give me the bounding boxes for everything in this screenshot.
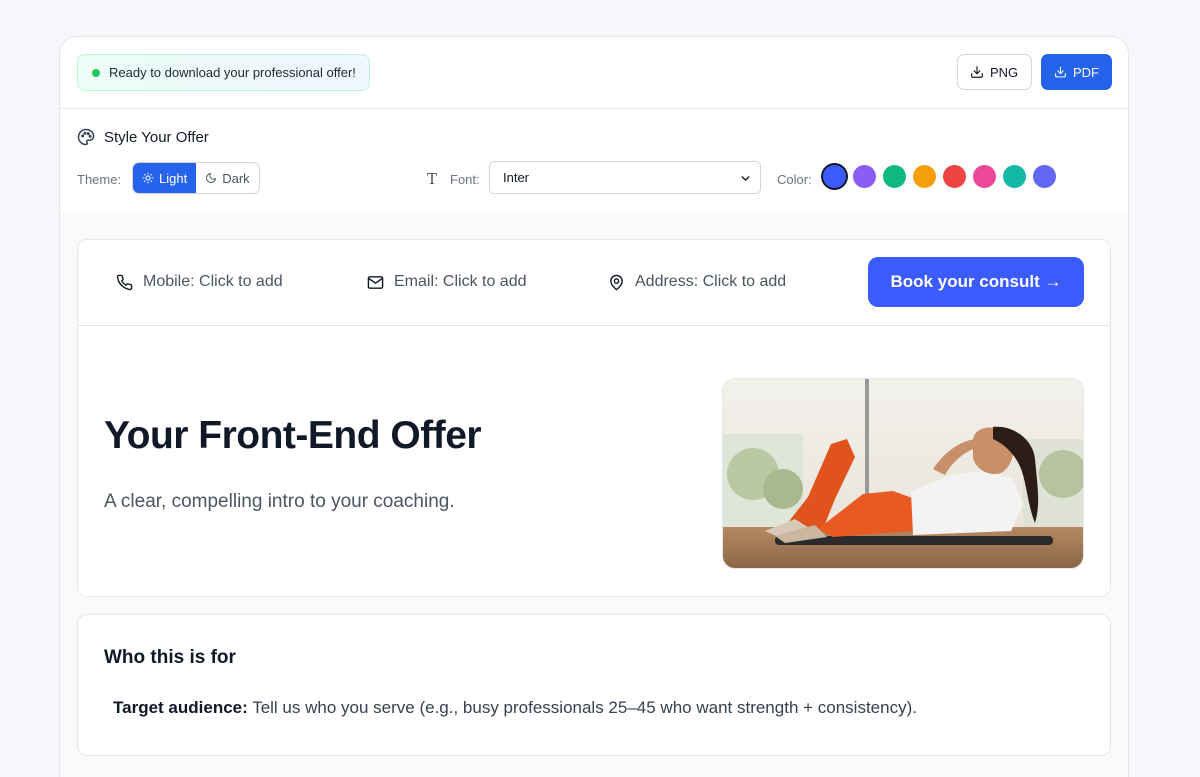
- font-label: Font:: [450, 172, 480, 187]
- audience-label: Target audience:: [113, 698, 248, 717]
- color-swatch-1[interactable]: [823, 165, 846, 188]
- color-label: Color:: [777, 172, 812, 187]
- theme-dark-option[interactable]: Dark: [196, 163, 258, 193]
- style-title-text: Style Your Offer: [104, 128, 209, 146]
- color-swatch-6[interactable]: [973, 165, 996, 188]
- audience-text[interactable]: Target audience: Tell us who you serve (…: [113, 698, 917, 718]
- chevron-down-icon: [741, 176, 750, 181]
- book-consult-button[interactable]: Book your consult →: [868, 257, 1084, 307]
- audience-description: Tell us who you serve (e.g., busy profes…: [252, 698, 917, 717]
- hero-subtitle: A clear, compelling intro to your coachi…: [104, 491, 455, 512]
- font-select-value: Inter: [503, 170, 530, 185]
- mobile-text: Mobile: Click to add: [143, 273, 283, 290]
- theme-light-label: Light: [159, 170, 188, 186]
- download-icon: [1055, 66, 1066, 78]
- audience-card: Who this is for Target audience: Tell us…: [77, 614, 1111, 756]
- hero-title: Your Front-End Offer: [104, 414, 482, 457]
- color-swatch-4[interactable]: [913, 165, 936, 188]
- style-panel: Style Your Offer Theme: Light Dark T Fon…: [60, 109, 1128, 213]
- status-text: Ready to download your professional offe…: [109, 65, 356, 80]
- download-png-button[interactable]: PNG: [957, 54, 1032, 90]
- email-contact[interactable]: Email: Click to add: [367, 273, 527, 291]
- font-select[interactable]: Inter: [489, 161, 761, 194]
- color-swatch-8[interactable]: [1033, 165, 1056, 188]
- status-dot: [92, 68, 100, 77]
- status-banner: Ready to download your professional offe…: [77, 54, 370, 91]
- hero-card: Mobile: Click to add Email: Click to add…: [77, 239, 1111, 597]
- mail-icon: [367, 275, 384, 289]
- contact-bar: Mobile: Click to add Email: Click to add…: [78, 240, 1110, 326]
- hero-image[interactable]: [722, 378, 1084, 569]
- type-icon: T: [427, 170, 438, 188]
- theme-light-option[interactable]: Light: [133, 163, 197, 193]
- fitness-photo: [723, 379, 1083, 568]
- sun-icon: [142, 172, 154, 184]
- moon-icon: [206, 173, 217, 183]
- phone-icon: [116, 274, 133, 290]
- color-swatches: [823, 165, 1056, 188]
- theme-dark-label: Dark: [222, 170, 250, 186]
- color-swatch-3[interactable]: [883, 165, 906, 188]
- download-png-label: PNG: [990, 64, 1019, 80]
- color-swatch-7[interactable]: [1003, 165, 1026, 188]
- theme-toggle: Light Dark: [132, 162, 260, 194]
- style-panel-title: Style Your Offer: [77, 128, 209, 146]
- map-pin-icon: [610, 274, 623, 290]
- offer-preview: Mobile: Click to add Email: Click to add…: [60, 213, 1128, 777]
- color-swatch-5[interactable]: [943, 165, 966, 188]
- download-pdf-label: PDF: [1073, 64, 1099, 80]
- offer-builder-window: Ready to download your professional offe…: [59, 36, 1129, 777]
- color-swatch-2[interactable]: [853, 165, 876, 188]
- audience-title: Who this is for: [104, 647, 236, 668]
- email-text: Email: Click to add: [394, 273, 527, 290]
- mobile-contact[interactable]: Mobile: Click to add: [116, 273, 283, 291]
- palette-icon: [77, 128, 95, 146]
- theme-label: Theme:: [77, 172, 122, 187]
- address-contact[interactable]: Address: Click to add: [608, 273, 786, 291]
- download-pdf-button[interactable]: PDF: [1041, 54, 1112, 90]
- top-bar: Ready to download your professional offe…: [60, 37, 1128, 109]
- download-icon: [971, 66, 983, 78]
- address-text: Address: Click to add: [635, 273, 787, 290]
